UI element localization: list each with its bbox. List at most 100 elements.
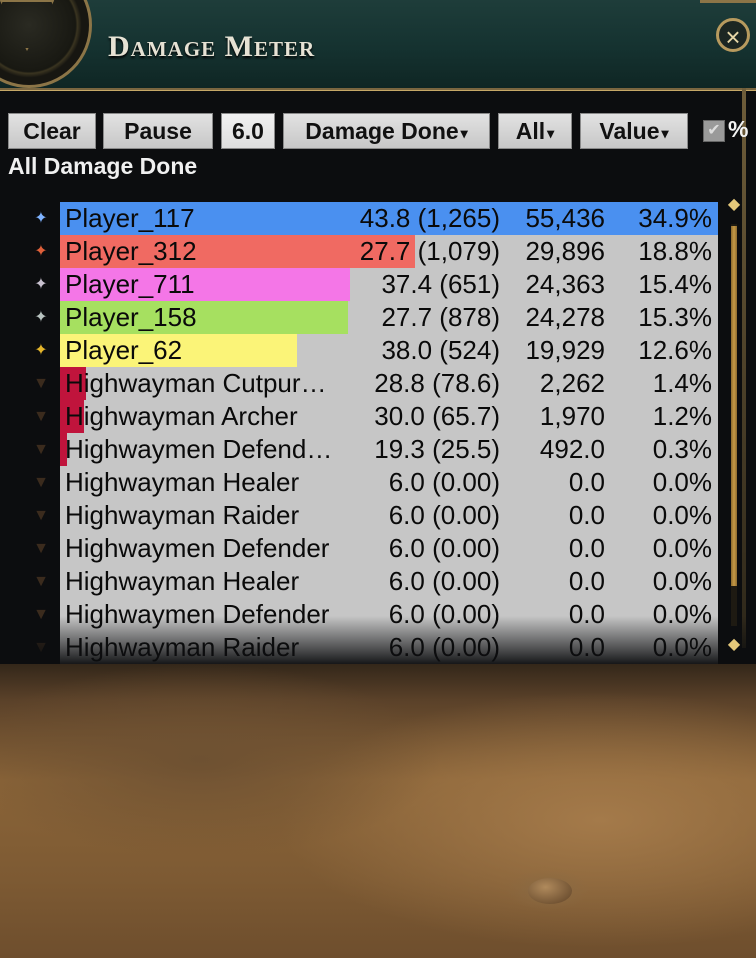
filter-dropdown-label: All xyxy=(515,118,546,144)
pause-button[interactable]: Pause xyxy=(103,113,213,149)
row-pct: 0.0% xyxy=(652,599,712,629)
mode-dropdown[interactable]: Damage Done ▾ xyxy=(283,113,490,149)
list-row[interactable]: ✦ Player_62 38.0 (524) 19,929 12.6% xyxy=(0,334,718,367)
enemy-icon: ▼ xyxy=(33,639,49,656)
row-total: 492.0 xyxy=(539,434,605,464)
row-dps: 6.0 (0.00) xyxy=(388,500,500,530)
row-total: 24,278 xyxy=(525,302,605,332)
enemy-icon: ▼ xyxy=(33,606,49,623)
title-bar[interactable]: Damage Meter × xyxy=(0,0,756,91)
row-pct: 12.6% xyxy=(638,335,712,365)
list-row[interactable]: ▼ Highwayman Cutpur… 28.8 (78.6) 2,262 1.4% xyxy=(0,367,718,400)
row-total: 24,363 xyxy=(525,269,605,299)
ground-rock xyxy=(528,878,572,904)
interval-field[interactable]: 6.0 xyxy=(221,113,275,149)
class-icon: ✦ xyxy=(34,210,48,227)
scroll-down-icon[interactable]: ◆ xyxy=(727,634,741,656)
row-total: 29,896 xyxy=(525,236,605,266)
percent-checkbox[interactable]: ✔ xyxy=(703,120,725,142)
list-row[interactable]: ▼ Highwayman Healer 6.0 (0.00) 0.0 0.0% xyxy=(0,466,718,499)
row-total: 19,929 xyxy=(525,335,605,365)
class-icon: ✦ xyxy=(34,243,48,260)
scrollbar-thumb[interactable] xyxy=(731,226,737,586)
enemy-icon: ▼ xyxy=(33,408,49,425)
percent-label: % xyxy=(728,116,749,142)
row-total: 1,970 xyxy=(539,401,605,431)
value-dropdown-label: Value xyxy=(599,118,660,144)
class-icon: ✦ xyxy=(34,309,48,326)
row-pct: 0.0% xyxy=(652,566,712,596)
row-name: Highwayman Healer xyxy=(65,566,300,596)
list-row[interactable]: ▼ Highwayman Archer 30.0 (65.7) 1,970 1.2% xyxy=(0,400,718,433)
row-dps: 6.0 (0.00) xyxy=(388,632,500,662)
row-pct: 0.3% xyxy=(652,434,712,464)
list-row[interactable]: ✦ Player_312 27.7 (1,079) 29,896 18.8% xyxy=(0,235,718,268)
row-name: Player_117 xyxy=(65,203,195,233)
enemy-icon: ▼ xyxy=(33,573,49,590)
row-name: Highwaymen Defend… xyxy=(65,434,333,464)
clear-button[interactable]: Clear xyxy=(8,113,96,149)
row-pct: 0.0% xyxy=(652,632,712,662)
list-row[interactable]: ▼ Highwaymen Defend… 19.3 (25.5) 492.0 0.3% xyxy=(0,433,718,466)
row-total: 0.0 xyxy=(568,632,605,662)
row-pct: 15.3% xyxy=(638,302,712,332)
row-name: Highwayman Healer xyxy=(65,467,300,497)
row-dps: 6.0 (0.00) xyxy=(388,566,500,596)
row-name: Highwaymen Defender xyxy=(65,533,330,563)
enemy-icon: ▼ xyxy=(33,474,49,491)
row-pct: 34.9% xyxy=(638,203,712,233)
row-total: 55,436 xyxy=(525,203,605,233)
row-dps: 43.8 (1,265) xyxy=(359,203,500,233)
list-row[interactable]: ▼ Highwayman Healer 6.0 (0.00) 0.0 0.0% xyxy=(0,565,718,598)
row-total: 0.0 xyxy=(568,566,605,596)
chevron-down-icon: ▾ xyxy=(460,124,468,141)
row-pct: 0.0% xyxy=(652,533,712,563)
row-name: Highwayman Archer xyxy=(65,401,298,431)
scroll-up-icon[interactable]: ◆ xyxy=(727,194,741,216)
list-row[interactable]: ▼ Highwayman Raider 6.0 (0.00) 0.0 0.0% xyxy=(0,499,718,532)
list-row[interactable]: ✦ Player_158 27.7 (878) 24,278 15.3% xyxy=(0,301,718,334)
row-name: Player_158 xyxy=(65,302,197,332)
enemy-icon: ▼ xyxy=(33,540,49,557)
class-icon: ✦ xyxy=(34,342,48,359)
filter-dropdown[interactable]: All ▾ xyxy=(498,113,572,149)
close-icon: × xyxy=(725,22,741,52)
checkmark-icon: ✔ xyxy=(707,122,721,139)
row-dps: 30.0 (65.7) xyxy=(374,401,500,431)
damage-list: ✦ Player_117 43.8 (1,265) 55,436 34.9% ✦ Playe… xyxy=(0,202,756,664)
row-name: Highwaymen Defender xyxy=(65,599,330,629)
row-pct: 1.4% xyxy=(652,368,712,398)
row-total: 2,262 xyxy=(539,368,605,398)
row-dps: 27.7 (1,079) xyxy=(359,236,500,266)
row-dps: 19.3 (25.5) xyxy=(374,434,500,464)
row-pct: 15.4% xyxy=(638,269,712,299)
row-dps: 6.0 (0.00) xyxy=(388,599,500,629)
row-pct: 1.2% xyxy=(652,401,712,431)
row-name: Player_62 xyxy=(65,335,183,365)
list-row[interactable]: ✦ Player_117 43.8 (1,265) 55,436 34.9% xyxy=(0,202,718,235)
game-world-ground xyxy=(0,660,756,958)
list-row[interactable]: ▼ Highwaymen Defender 6.0 (0.00) 0.0 0.0% xyxy=(0,532,718,565)
list-row[interactable]: ▼ Highwaymen Defender 6.0 (0.00) 0.0 0.0% xyxy=(0,598,718,631)
row-dps: 6.0 (0.00) xyxy=(388,533,500,563)
close-button[interactable]: × xyxy=(716,18,750,52)
row-total: 0.0 xyxy=(568,500,605,530)
list-row[interactable]: ▼ Highwayman Raider 6.0 (0.00) 0.0 0.0% xyxy=(0,631,718,664)
row-pct: 18.8% xyxy=(638,236,712,266)
enemy-icon: ▼ xyxy=(33,375,49,392)
row-name: Highwayman Raider xyxy=(65,632,300,662)
row-dps: 27.7 (878) xyxy=(381,302,500,332)
list-row[interactable]: ✦ Player_711 37.4 (651) 24,363 15.4% xyxy=(0,268,718,301)
row-total: 0.0 xyxy=(568,599,605,629)
enemy-icon: ▼ xyxy=(33,507,49,524)
row-dps: 28.8 (78.6) xyxy=(374,368,500,398)
meter-subtitle: All Damage Done xyxy=(8,153,198,179)
row-dps: 6.0 (0.00) xyxy=(388,467,500,497)
row-dps: 38.0 (524) xyxy=(381,335,500,365)
chevron-down-icon: ▾ xyxy=(661,124,669,141)
emblem-icon xyxy=(0,0,92,88)
row-dps: 37.4 (651) xyxy=(381,269,500,299)
row-pct: 0.0% xyxy=(652,500,712,530)
mode-dropdown-label: Damage Done xyxy=(305,118,459,144)
value-dropdown[interactable]: Value ▾ xyxy=(580,113,688,149)
